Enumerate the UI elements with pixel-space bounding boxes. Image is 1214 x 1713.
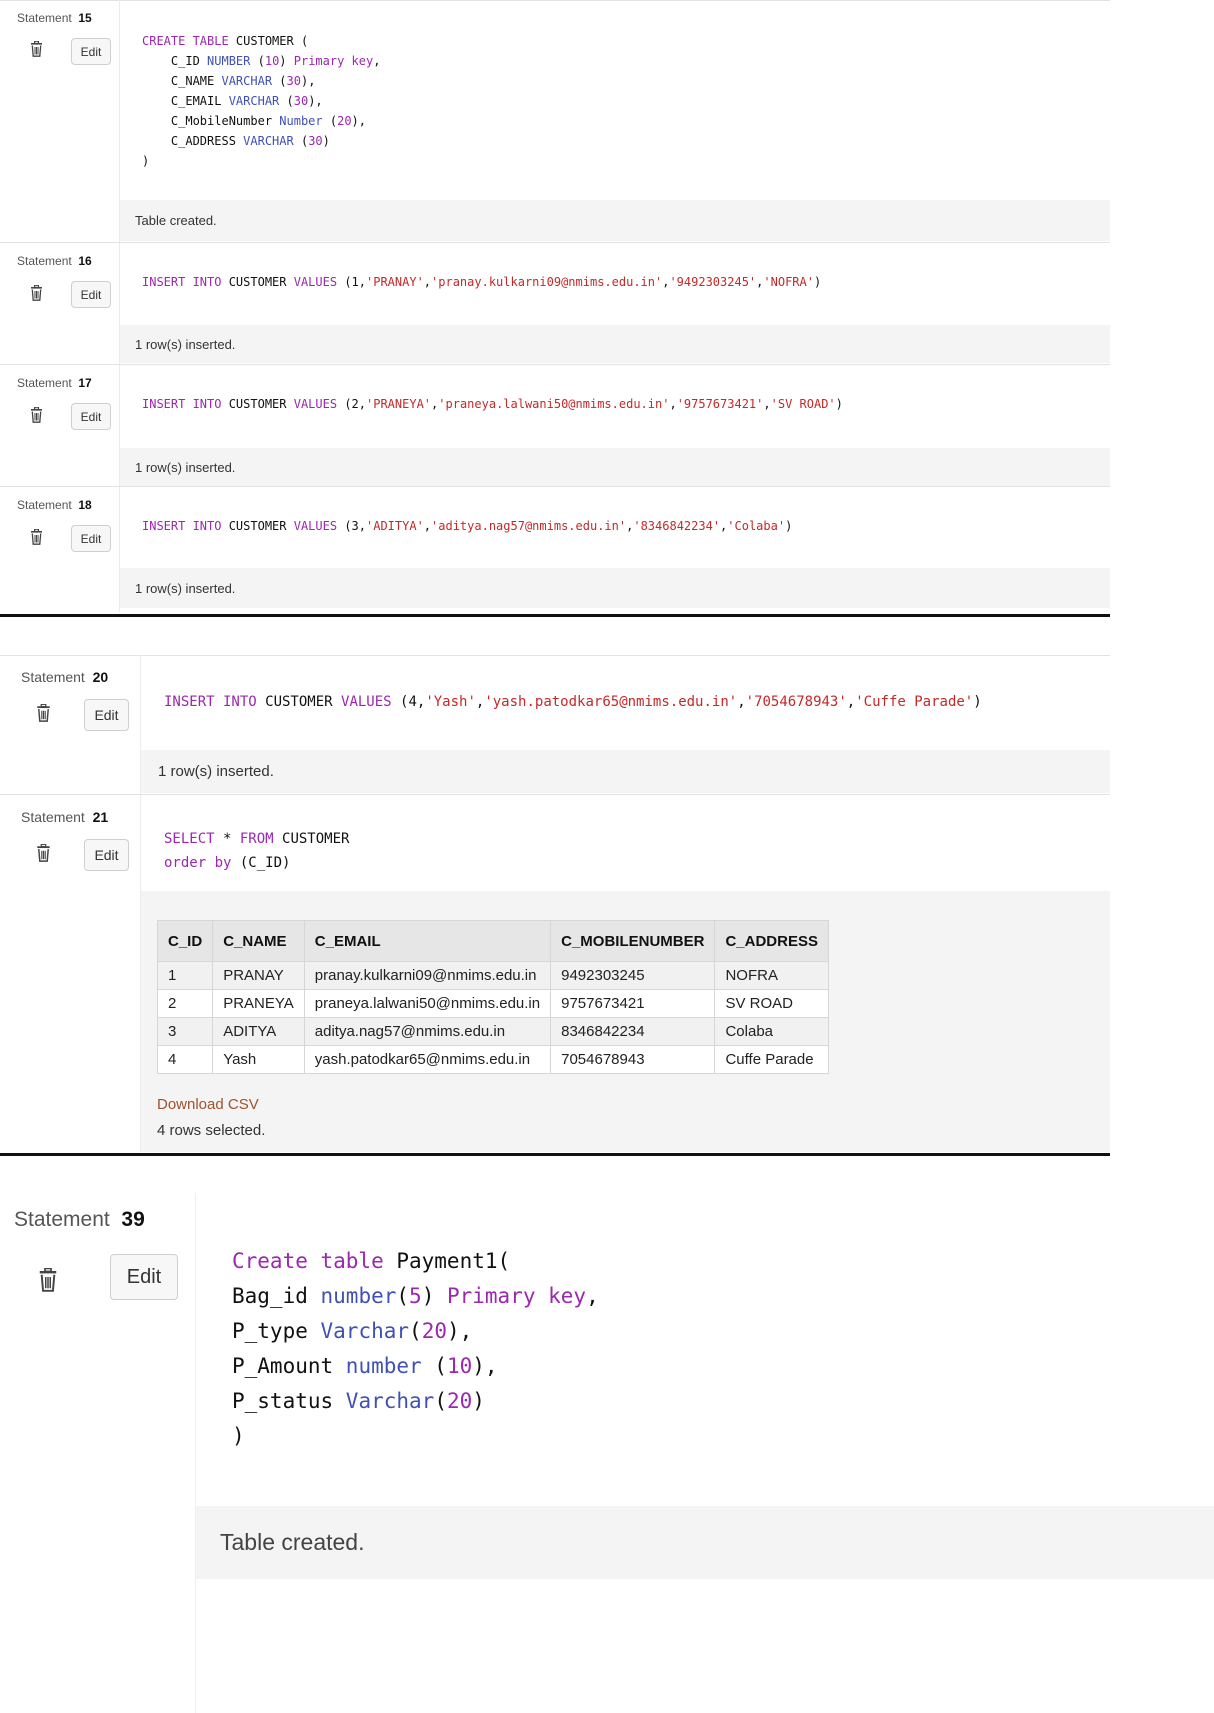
- table-cell: Cuffe Parade: [714, 1045, 829, 1074]
- trash-icon[interactable]: [30, 407, 43, 423]
- column-header: C_EMAIL: [303, 920, 552, 962]
- column-header: C_NAME: [212, 920, 305, 962]
- table-cell: pranay.kulkarni09@nmims.edu.in: [303, 961, 552, 990]
- sql-code[interactable]: Create table Payment1( Bag_id number(5) …: [232, 1244, 599, 1454]
- statement-number: 18: [78, 498, 92, 512]
- table-cell: NOFRA: [714, 961, 829, 990]
- column-header: C_ID: [156, 920, 214, 962]
- sql-code[interactable]: SELECT * FROM CUSTOMER order by (C_ID): [164, 827, 349, 875]
- sql-code[interactable]: INSERT INTO CUSTOMER VALUES (3,'ADITYA',…: [142, 516, 792, 536]
- result-message: 1 row(s) inserted.: [120, 325, 1110, 363]
- screenshot-divider: [0, 614, 1110, 617]
- edit-button[interactable]: Edit: [84, 699, 129, 731]
- table-cell: 9492303245: [550, 961, 716, 990]
- statement-20: Statement 20 Edit INSERT INTO CUSTOMER V…: [0, 655, 1110, 794]
- trash-icon[interactable]: [36, 704, 51, 722]
- table-cell: Yash: [212, 1045, 305, 1074]
- edit-button[interactable]: Edit: [71, 525, 111, 552]
- result-message: Table created.: [120, 200, 1110, 241]
- edit-button[interactable]: Edit: [84, 839, 129, 871]
- trash-icon[interactable]: [30, 285, 43, 301]
- table-cell: 2: [156, 989, 214, 1018]
- statement-number: 16: [78, 254, 92, 268]
- screenshot-section-1: Statement 15 Edit CREATE TABLE CUSTOMER …: [0, 0, 1110, 612]
- sql-code[interactable]: INSERT INTO CUSTOMER VALUES (2,'PRANEYA'…: [142, 394, 843, 414]
- table-cell: 4: [156, 1045, 214, 1074]
- screenshot-section-3: Statement 39 Edit Create table Payment1(…: [0, 1193, 1214, 1713]
- sql-code[interactable]: CREATE TABLE CUSTOMER ( C_ID NUMBER (10)…: [142, 31, 380, 171]
- table-cell: ADITYA: [212, 1017, 305, 1046]
- statement-label: Statement 15: [17, 11, 92, 25]
- download-csv-link[interactable]: Download CSV: [157, 1096, 259, 1113]
- statement-word: Statement: [17, 498, 72, 512]
- statement-15: Statement 15 Edit CREATE TABLE CUSTOMER …: [0, 0, 1110, 242]
- sql-code[interactable]: INSERT INTO CUSTOMER VALUES (4,'Yash','y…: [164, 690, 982, 714]
- table-cell: PRANAY: [212, 961, 305, 990]
- statement-label: Statement 16: [17, 254, 92, 268]
- result-message: 1 row(s) inserted.: [120, 448, 1110, 486]
- statement-label: Statement 20: [21, 669, 108, 685]
- result-table: C_ID C_NAME C_EMAIL C_MOBILENUMBER C_ADDRESS…: [156, 920, 829, 1074]
- trash-icon[interactable]: [30, 41, 43, 57]
- table-row: 1 PRANAY pranay.kulkarni09@nmims.edu.in 949…: [156, 961, 829, 990]
- trash-icon[interactable]: [30, 529, 43, 545]
- table-cell: 7054678943: [550, 1045, 716, 1074]
- statement-21: Statement 21 Edit SELECT * FROM CUSTOMER…: [0, 795, 1110, 1152]
- statement-number: 17: [78, 376, 92, 390]
- screenshot-section-2: Statement 20 Edit INSERT INTO CUSTOMER V…: [0, 655, 1110, 1152]
- result-message: 1 row(s) inserted.: [120, 568, 1110, 608]
- statement-17: Statement 17 Edit INSERT INTO CUSTOMER V…: [0, 365, 1110, 486]
- table-cell: SV ROAD: [714, 989, 829, 1018]
- statement-label: Statement 18: [17, 498, 92, 512]
- statement-label: Statement 17: [17, 376, 92, 390]
- column-header: C_ADDRESS: [714, 920, 829, 962]
- rows-selected-message: 4 rows selected.: [157, 1122, 266, 1139]
- table-cell: aditya.nag57@nmims.edu.in: [303, 1017, 552, 1046]
- statement-label: Statement 21: [21, 809, 108, 825]
- statement-word: Statement: [17, 11, 72, 25]
- edit-button[interactable]: Edit: [71, 403, 111, 430]
- table-cell: 8346842234: [550, 1017, 716, 1046]
- table-cell: 1: [156, 961, 214, 990]
- trash-icon[interactable]: [36, 844, 51, 862]
- edit-button[interactable]: Edit: [71, 281, 111, 308]
- statement-number: 39: [121, 1208, 145, 1231]
- statement-16: Statement 16 Edit INSERT INTO CUSTOMER V…: [0, 243, 1110, 364]
- table-cell: PRANEYA: [212, 989, 305, 1018]
- column-header: C_MOBILENUMBER: [550, 920, 716, 962]
- trash-icon[interactable]: [38, 1268, 58, 1292]
- statement-18: Statement 18 Edit INSERT INTO CUSTOMER V…: [0, 487, 1110, 608]
- statement-word: Statement: [17, 376, 72, 390]
- table-row: 3 ADITYA aditya.nag57@nmims.edu.in 83468422…: [156, 1017, 829, 1046]
- table-header-row: C_ID C_NAME C_EMAIL C_MOBILENUMBER C_ADDRESS: [156, 920, 829, 962]
- edit-button[interactable]: Edit: [71, 38, 111, 65]
- result-message: 1 row(s) inserted.: [141, 750, 1110, 793]
- statement-number: 20: [92, 669, 109, 685]
- statement-word: Statement: [14, 1208, 110, 1231]
- statement-word: Statement: [21, 669, 85, 685]
- statement-39: Statement 39 Edit Create table Payment1(…: [0, 1193, 1214, 1713]
- table-cell: yash.patodkar65@nmims.edu.in: [303, 1045, 552, 1074]
- statement-number: 15: [78, 11, 92, 25]
- statement-number: 21: [92, 809, 109, 825]
- edit-button[interactable]: Edit: [110, 1254, 178, 1300]
- sql-code[interactable]: INSERT INTO CUSTOMER VALUES (1,'PRANAY',…: [142, 272, 821, 292]
- statement-label: Statement 39: [14, 1208, 145, 1232]
- table-cell: 3: [156, 1017, 214, 1046]
- table-row: 2 PRANEYA praneya.lalwani50@nmims.edu.in 97…: [156, 989, 829, 1018]
- table-cell: praneya.lalwani50@nmims.edu.in: [303, 989, 552, 1018]
- screenshot-divider: [0, 1153, 1110, 1156]
- statement-word: Statement: [17, 254, 72, 268]
- table-cell: Colaba: [714, 1017, 829, 1046]
- table-row: 4 Yash yash.patodkar65@nmims.edu.in 7054678…: [156, 1045, 829, 1074]
- statement-word: Statement: [21, 809, 85, 825]
- result-message: Table created.: [196, 1506, 1214, 1579]
- table-cell: 9757673421: [550, 989, 716, 1018]
